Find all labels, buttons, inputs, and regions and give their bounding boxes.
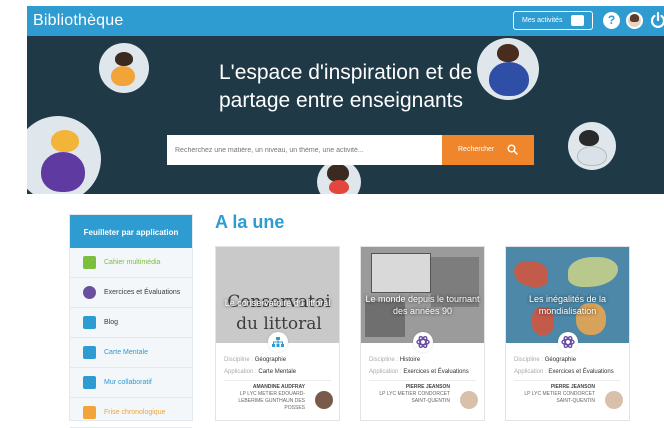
illustration-person [579, 130, 599, 146]
author-school: LP LYC METIER EDOUARD-LEBERIME GUNTHAUN … [238, 391, 305, 411]
help-icon[interactable]: ? [603, 12, 620, 29]
author-avatar [460, 391, 478, 409]
author-avatar [605, 391, 623, 409]
mindmap-icon [83, 346, 96, 359]
discipline-value: Géographie [544, 357, 577, 363]
mes-activites-button[interactable]: Mes activités [513, 11, 593, 30]
card-author: AMANDINE AUDFRAY LP LYC METIER EDOUARD-L… [225, 384, 305, 412]
card-thumbnail: Conservatoi du littoral Le conservatoire… [216, 247, 339, 343]
card-title: Les inégalités de la mondialisation [528, 294, 607, 316]
sidebar-item-blog[interactable]: Blog [70, 308, 192, 338]
section-title: A la une [215, 212, 285, 232]
search-icon [507, 144, 518, 155]
card-title: Le monde depuis le tournant des années 9… [365, 294, 480, 316]
card-thumbnail: Les inégalités de la mondialisation [506, 247, 629, 343]
sidebar-item-mur-collaboratif[interactable]: Mur collaboratif [70, 368, 192, 398]
author-school: LP LYC METIER CONDORCET SAINT-QUENTIN [379, 391, 450, 404]
card-meta: Discipline : Géographie Application : Ex… [514, 354, 614, 378]
activity-card[interactable]: Le monde depuis le tournant des années 9… [360, 246, 485, 421]
sidebar-item-label: Cahier multimédia [104, 259, 161, 266]
illustration-person [577, 146, 607, 166]
card-title: Le conservatoire du littoral [224, 298, 331, 308]
power-icon[interactable] [649, 11, 664, 29]
search-input[interactable] [167, 135, 442, 165]
application-value: Exercices et Évaluations [548, 369, 614, 375]
discipline-value: Géographie [254, 357, 287, 363]
hero-banner: L'espace d'inspiration et de partage ent… [27, 36, 664, 194]
activity-card[interactable]: Conservatoi du littoral Le conservatoire… [215, 246, 340, 421]
divider [369, 380, 476, 381]
divider [224, 380, 331, 381]
notebook-icon [83, 256, 96, 269]
discipline-value: Histoire [399, 357, 421, 363]
sidebar-item-label: Exercices et Évaluations [104, 289, 181, 296]
megaphone-icon [83, 316, 96, 329]
search-bar: Rechercher [167, 135, 534, 165]
brand-logo[interactable]: Bibliothèque [33, 12, 123, 30]
illustration-person [51, 130, 79, 152]
application-label: Application : [224, 369, 257, 375]
author-school: LP LYC METIER CONDORCET SAINT-QUENTIN [524, 391, 595, 404]
activity-card[interactable]: Les inégalités de la mondialisation Disc… [505, 246, 630, 421]
card-meta: Discipline : Histoire Application : Exer… [369, 354, 469, 378]
hero-title: L'espace d'inspiration et de partage ent… [219, 59, 472, 115]
application-value: Carte Mentale [258, 369, 297, 375]
sidebar-item-label: Blog [104, 319, 119, 326]
application-label: Application : [514, 369, 547, 375]
illustration-person [41, 152, 85, 192]
application-label: Application : [369, 369, 402, 375]
application-sidebar: Feuilleter par application Cahier multim… [69, 214, 193, 428]
hero-title-line1: L'espace d'inspiration et de [219, 61, 473, 84]
mes-activites-label: Mes activités [522, 17, 563, 24]
puzzle-graphic [371, 253, 431, 293]
briefcase-icon [571, 15, 584, 26]
atom-icon [412, 332, 433, 352]
divider [514, 380, 621, 381]
sidebar-heading: Feuilleter par application [70, 215, 192, 248]
illustration-person [111, 66, 135, 86]
illustration-person [497, 44, 519, 62]
card-author: PIERRE JEANSON LP LYC METIER CONDORCET S… [370, 384, 450, 405]
sidebar-item-carte-mentale[interactable]: Carte Mentale [70, 338, 192, 368]
card-author: PIERRE JEANSON LP LYC METIER CONDORCET S… [515, 384, 595, 405]
search-button-label: Rechercher [458, 146, 495, 153]
discipline-label: Discipline : [369, 357, 399, 363]
top-bar: Bibliothèque Mes activités ? [27, 6, 664, 36]
mindmap-icon [267, 332, 288, 352]
discipline-label: Discipline : [224, 357, 254, 363]
card-meta: Discipline : Géographie Application : Ca… [224, 354, 296, 378]
discipline-label: Discipline : [514, 357, 544, 363]
sidebar-item-label: Frise chronologique [104, 409, 166, 416]
card-thumbnail: Le monde depuis le tournant des années 9… [361, 247, 484, 343]
wall-icon [83, 376, 96, 389]
sidebar-item-cahier-multimedia[interactable]: Cahier multimédia [70, 248, 192, 278]
map-graphic [514, 261, 548, 287]
map-graphic [568, 257, 618, 287]
timeline-icon [83, 406, 96, 419]
atom-icon [83, 286, 96, 299]
illustration-person [329, 180, 349, 194]
sidebar-item-label: Carte Mentale [104, 349, 148, 356]
hero-title-line2: partage entre enseignants [219, 89, 464, 112]
author-name: PIERRE JEANSON [405, 384, 450, 390]
sidebar-item-exercices[interactable]: Exercices et Évaluations [70, 278, 192, 308]
sidebar-item-label: Mur collaboratif [104, 379, 152, 386]
atom-icon [557, 332, 578, 352]
application-value: Exercices et Évaluations [403, 369, 469, 375]
illustration-person [489, 62, 529, 96]
author-name: AMANDINE AUDFRAY [252, 384, 305, 390]
sidebar-item-frise[interactable]: Frise chronologique [70, 398, 192, 428]
search-button[interactable]: Rechercher [442, 135, 534, 165]
author-avatar [315, 391, 333, 409]
illustration-person [115, 52, 133, 66]
user-avatar[interactable] [626, 12, 643, 29]
author-name: PIERRE JEANSON [550, 384, 595, 390]
